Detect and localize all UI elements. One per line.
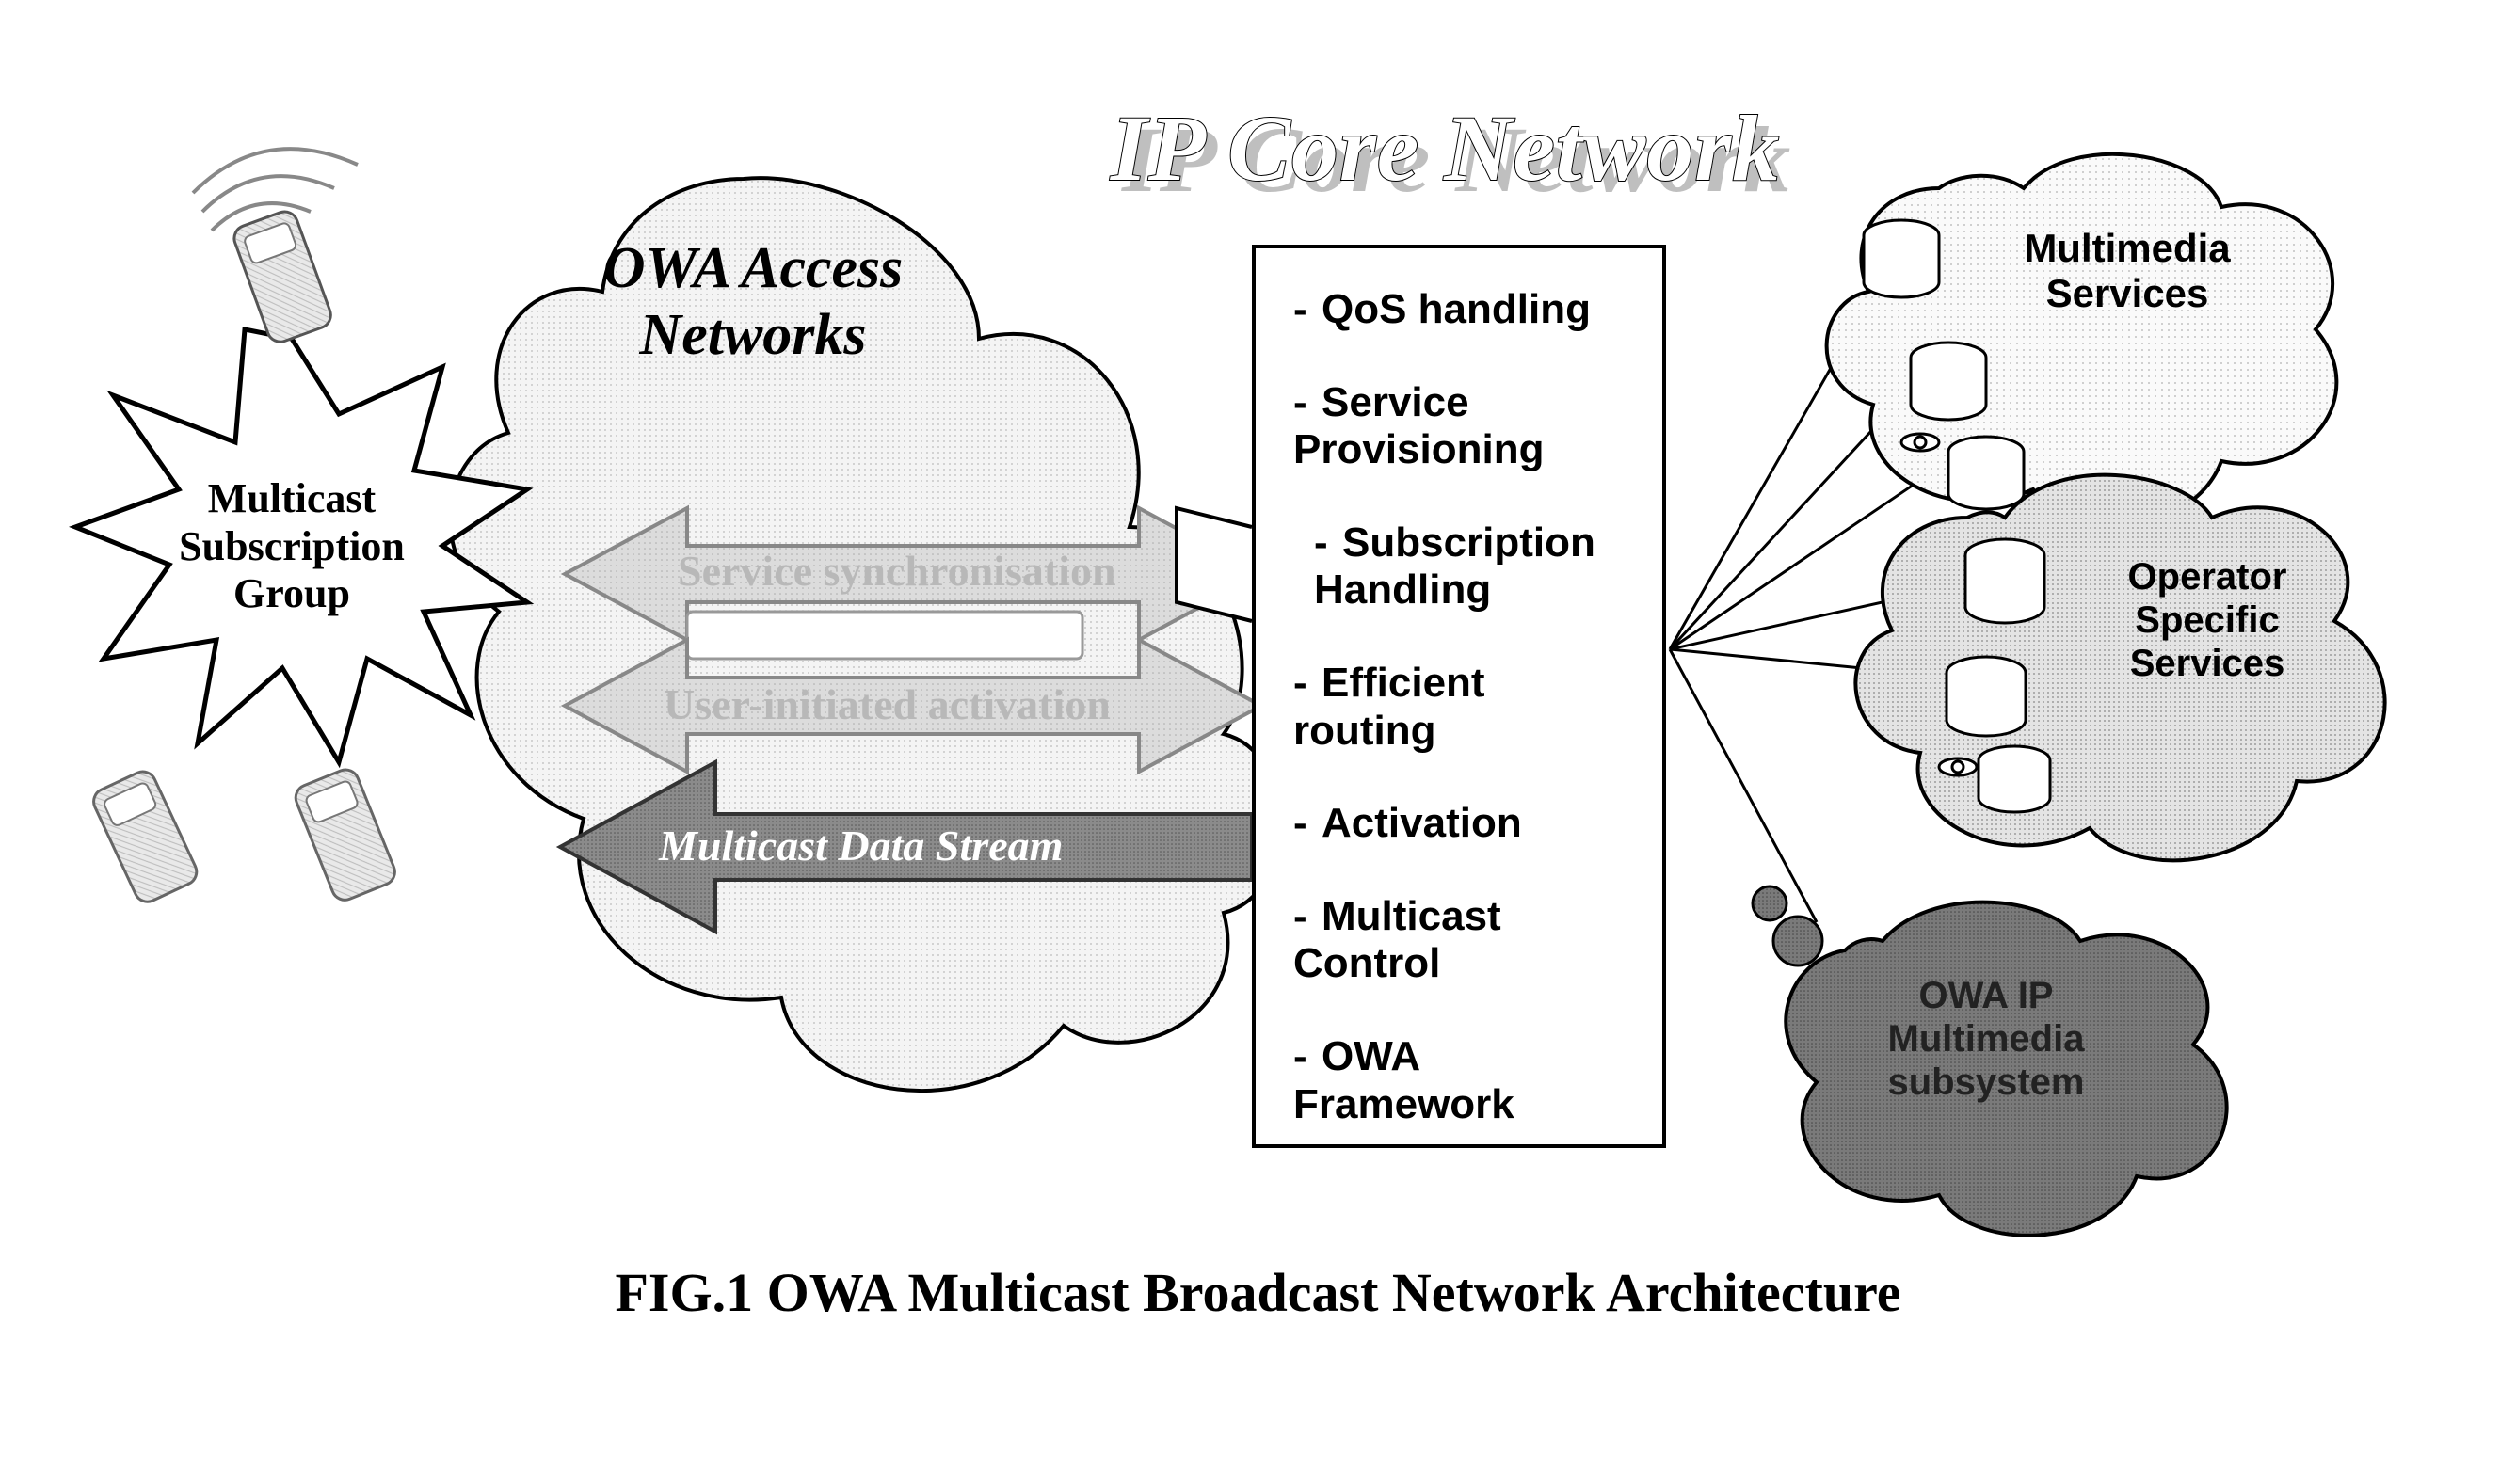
device-icon	[89, 767, 200, 905]
device-icon	[231, 208, 334, 345]
sync-bar	[687, 612, 1082, 659]
core-item: -Subscription Handling	[1314, 519, 1634, 614]
arrow-activation-label: User-initiated activation	[664, 679, 1111, 729]
diagram-title: IP Core Network	[1111, 94, 1780, 202]
cloud-multimedia	[1827, 154, 2337, 526]
starburst-label: Multicast Subscription Group	[160, 475, 424, 618]
core-item: -Efficient routing	[1293, 660, 1634, 755]
owa-access-label: OWA Access Networks	[555, 235, 951, 370]
core-functions-box: -QoS handling -Service Provisioning -Sub…	[1252, 245, 1666, 1148]
arrow-multicast-label: Multicast Data Stream	[659, 821, 1063, 870]
core-item: -QoS handling	[1293, 286, 1634, 334]
core-item: -Activation	[1293, 800, 1634, 848]
cloud-ims-label: OWA IP Multimedia subsystem	[1845, 974, 2127, 1104]
core-item: -OWA Framework	[1293, 1033, 1634, 1128]
core-item: -Multicast Control	[1293, 893, 1634, 988]
device-icon	[292, 766, 399, 904]
cloud-multimedia-label: Multimedia Services	[1986, 226, 2268, 317]
figure-caption: FIG.1 OWA Multicast Broadcast Network Ar…	[0, 1261, 2516, 1324]
core-connector-left	[1177, 508, 1252, 621]
arrow-sync-label: Service synchronisation	[678, 546, 1116, 596]
cloud-operator-label: Operator Specific Services	[2085, 555, 2330, 685]
core-item: -Service Provisioning	[1293, 379, 1634, 474]
